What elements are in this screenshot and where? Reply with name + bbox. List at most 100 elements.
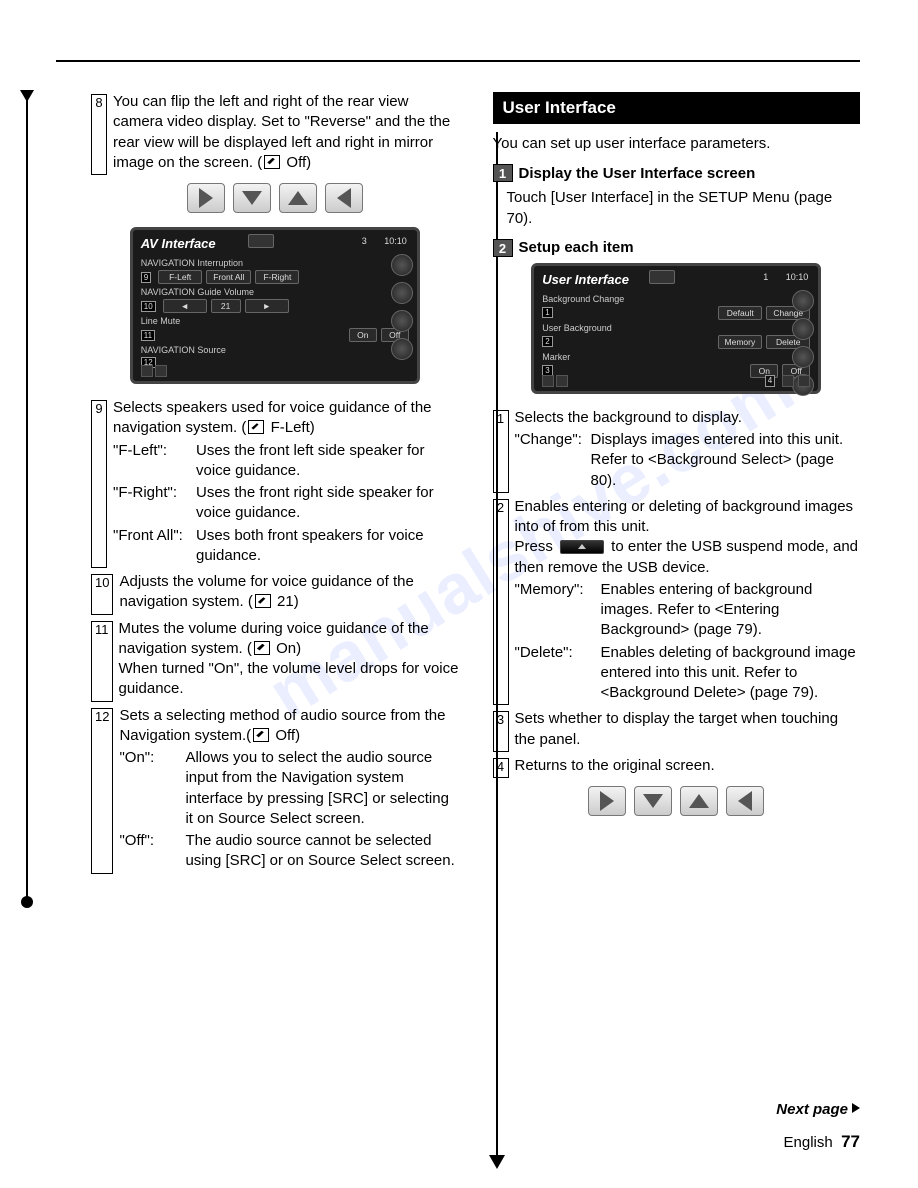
nav-prev-icon: [726, 786, 764, 816]
nav-next-icon: [588, 786, 626, 816]
screen-row: NAVIGATION Source 12: [141, 345, 409, 368]
list-item-12: 12 Sets a selecting method of audio sour…: [91, 706, 459, 872]
right-column: User Interface You can set up user inter…: [483, 92, 861, 878]
default-icon: [254, 641, 270, 655]
item-3-body: Sets whether to display the target when …: [515, 709, 861, 750]
def-desc: Enables entering of background images. R…: [601, 580, 861, 641]
nav-arrows: [493, 786, 861, 816]
screen-button: ◄: [163, 299, 207, 313]
center-divider-arrow: [489, 1155, 505, 1169]
item-10-body: Adjusts the volume for voice guidance of…: [119, 572, 458, 613]
item-2-text2a: Press: [515, 538, 558, 555]
screen-button: F-Left: [158, 270, 202, 284]
screen-title: User Interface: [542, 272, 629, 287]
item-number-10: 10: [91, 574, 113, 615]
step-badge-1: 1: [493, 164, 513, 182]
row-label: NAVIGATION Source: [141, 345, 409, 355]
left-guide-dot: [21, 896, 33, 908]
item-8-text: You can flip the left and right of the r…: [113, 93, 450, 171]
item-2-body: Enables entering or deleting of backgrou…: [515, 497, 861, 704]
section-title: User Interface: [493, 92, 861, 124]
row-callout: 1: [542, 307, 552, 318]
row-label: NAVIGATION Guide Volume: [141, 287, 409, 297]
nav-down-icon: [233, 183, 271, 213]
item-11-default: On): [276, 640, 301, 657]
def-term: "F-Right":: [113, 483, 188, 524]
side-icon: [792, 290, 814, 312]
item-12-body: Sets a selecting method of audio source …: [119, 706, 458, 872]
item-11-text1: Mutes the volume during voice guidance o…: [119, 620, 429, 657]
screen-row: Line Mute 11 On Off: [141, 316, 409, 342]
step-badge-2: 2: [493, 239, 513, 257]
list-item-2: 2 Enables entering or deleting of backgr…: [493, 497, 861, 704]
step-2-heading: 2 Setup each item: [493, 239, 861, 257]
list-item-10: 10 Adjusts the volume for voice guidance…: [91, 572, 459, 613]
def-term: "On":: [119, 748, 177, 829]
item-number-8: 8: [91, 94, 107, 175]
screen-row: Background Change 1 Default Change: [542, 294, 810, 320]
screen-button: On: [349, 328, 377, 342]
list-item-11: 11 Mutes the volume during voice guidanc…: [91, 619, 459, 700]
next-arrow-icon: [852, 1103, 860, 1113]
item-10-default: 21): [277, 593, 299, 610]
screen-back-icon: [248, 234, 274, 248]
def-term: "Delete":: [515, 643, 593, 704]
nav-up-icon: [680, 786, 718, 816]
default-icon: [248, 420, 264, 434]
default-icon: [264, 155, 280, 169]
def-term: "F-Left":: [113, 441, 188, 482]
page-content: 8 You can flip the left and right of the…: [56, 60, 860, 878]
nav-prev-icon: [325, 183, 363, 213]
screen-button: Memory: [718, 335, 763, 349]
def-term: "Memory":: [515, 580, 593, 641]
side-icon: [391, 282, 413, 304]
nav-arrows: [91, 183, 459, 213]
side-icon: [792, 346, 814, 368]
nav-down-icon: [634, 786, 672, 816]
screen-row: NAVIGATION Interruption 9 F-Left Front A…: [141, 258, 409, 284]
next-page-label: Next page: [776, 1101, 860, 1118]
item-number-3: 3: [493, 711, 509, 752]
step-1-heading: 1 Display the User Interface screen: [493, 164, 861, 182]
list-item-9: 9 Selects speakers used for voice guidan…: [91, 398, 459, 566]
list-item-8: 8 You can flip the left and right of the…: [91, 92, 459, 173]
item-number-12: 12: [91, 708, 113, 874]
row-callout: 2: [542, 336, 552, 347]
screen-button: Front All: [206, 270, 251, 284]
def-desc: Allows you to select the audio source in…: [185, 748, 458, 829]
screen-value: 21: [211, 299, 241, 313]
row-label: Marker: [542, 352, 810, 362]
row-label: NAVIGATION Interruption: [141, 258, 409, 268]
nav-next-icon: [187, 183, 225, 213]
row-callout: 4: [765, 375, 775, 387]
def-term: "Front All":: [113, 526, 188, 567]
screen-time: 10:10: [786, 272, 809, 282]
step-1-text: Touch [User Interface] in the SETUP Menu…: [493, 188, 861, 229]
side-icon: [391, 338, 413, 360]
item-2-text1: Enables entering or deleting of backgrou…: [515, 498, 854, 535]
row-callout: 9: [141, 272, 151, 283]
page-footer: Next page English 77: [776, 1101, 860, 1152]
eject-button-icon: [560, 540, 604, 554]
side-icon: [391, 310, 413, 332]
row-callout: 11: [141, 330, 155, 341]
screen-title: AV Interface: [141, 236, 216, 251]
item-4-body: Returns to the original screen.: [515, 756, 861, 776]
def-desc: Enables deleting of background image ent…: [601, 643, 861, 704]
def-desc: The audio source cannot be selected usin…: [185, 831, 458, 872]
def-desc: Uses the front left side speaker for voi…: [196, 441, 459, 482]
screen-bottom-left: [141, 365, 167, 377]
screen-bottom-right: 4: [765, 375, 810, 387]
item-12-default: Off): [275, 727, 300, 744]
item-number-11: 11: [91, 621, 113, 702]
list-item-4: 4 Returns to the original screen.: [493, 756, 861, 776]
def-term: "Change":: [515, 430, 583, 491]
screen-button: Default: [718, 306, 762, 320]
av-interface-screenshot: AV Interface 3 10:10 NAVIGATION Interrup…: [130, 227, 420, 384]
def-desc: Uses the front right side speaker for vo…: [196, 483, 459, 524]
list-item-1: 1 Selects the background to display. "Ch…: [493, 408, 861, 491]
footer-lang-page: English 77: [776, 1132, 860, 1152]
item-1-text: Selects the background to display.: [515, 409, 742, 426]
user-interface-screenshot: User Interface 1 10:10 Background Change…: [531, 263, 821, 394]
screen-row: User Background 2 Memory Delete: [542, 323, 810, 349]
